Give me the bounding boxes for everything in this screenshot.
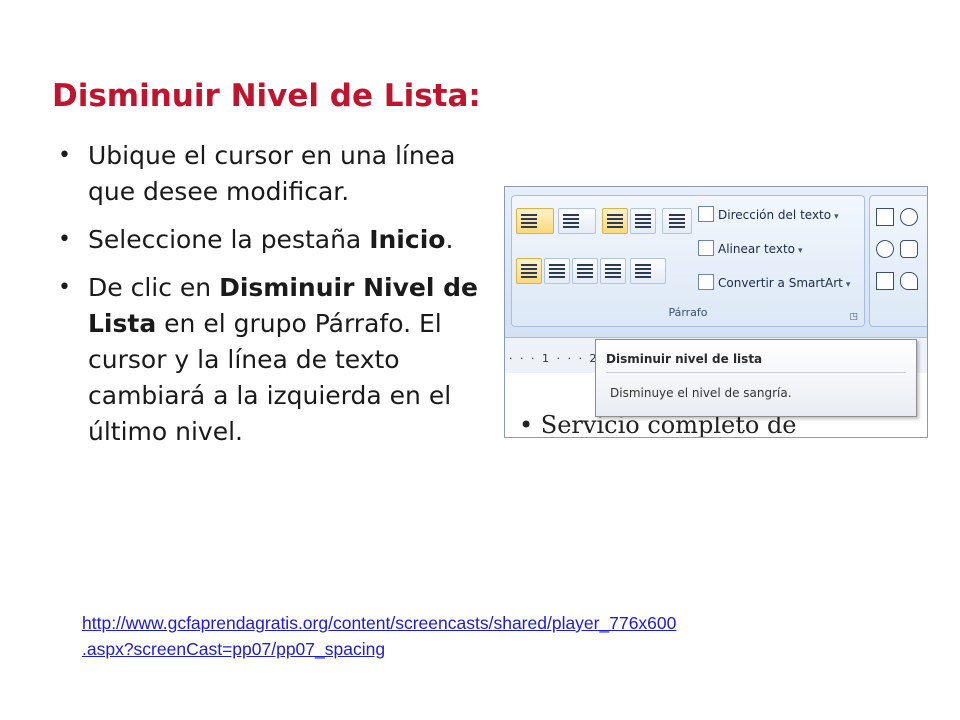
justify-icon	[605, 264, 621, 278]
align-text-command[interactable]: Alinear texto ▾	[698, 240, 803, 256]
arrow-down-shape-icon[interactable]	[876, 272, 894, 290]
align-left-icon	[521, 264, 537, 278]
dialog-launcher-icon[interactable]: ◳	[849, 312, 858, 322]
line-spacing-icon	[669, 214, 685, 228]
ruler-ticks: · · · 1 · · · 2	[509, 352, 599, 365]
decrease-indent-icon	[607, 214, 623, 228]
convert-smartart-command[interactable]: Convertir a SmartArt ▾	[698, 274, 850, 290]
columns-icon	[635, 264, 651, 278]
bullet-bold-text: Inicio	[369, 225, 446, 254]
increase-list-level-button[interactable]	[630, 208, 656, 234]
align-center-icon	[549, 264, 565, 278]
line-spacing-button[interactable]	[662, 208, 692, 234]
align-center-button[interactable]	[544, 258, 570, 284]
bullet-dot-icon: •	[58, 275, 71, 300]
chevron-down-icon: ▾	[845, 280, 851, 290]
numbering-icon	[563, 214, 579, 228]
paragraph-group: Dirección del texto ▾ Alinear texto ▾ Conv…	[511, 195, 865, 327]
rounded-rect-shape-icon[interactable]	[900, 240, 918, 258]
text-direction-command[interactable]: Dirección del texto ▾	[698, 206, 839, 222]
justify-button[interactable]	[600, 258, 626, 284]
bullet-dot-icon: •	[58, 143, 71, 168]
slide-title: Disminuir Nivel de Lista:	[52, 78, 481, 114]
smiley-shape-icon[interactable]	[900, 208, 918, 226]
increase-indent-icon	[635, 214, 651, 228]
text-box-shape-icon[interactable]	[876, 208, 894, 226]
bullet-item: • Seleccione la pestaña Inicio.	[52, 222, 502, 258]
chevron-down-icon: ▾	[798, 246, 803, 256]
chevron-down-icon: ▾	[834, 212, 839, 222]
bullet-item: • De clic en Disminuir Nivel de Lista en …	[52, 270, 502, 450]
tooltip-description: Disminuye el nivel de sangría.	[610, 386, 792, 400]
source-link-line1[interactable]: http://www.gcfaprendagratis.org/content/…	[82, 610, 676, 636]
bullet-text: Ubique el cursor en una línea que desee …	[88, 141, 456, 206]
bullet-item: • Ubique el cursor en una línea que desee…	[52, 138, 502, 210]
source-link[interactable]: http://www.gcfaprendagratis.org/content/…	[82, 610, 676, 662]
oval-shape-icon[interactable]	[876, 240, 894, 258]
group-label: Párrafo	[668, 306, 708, 319]
drawing-group	[869, 195, 927, 327]
align-right-button[interactable]	[572, 258, 598, 284]
convert-smartart-label: Convertir a SmartArt	[718, 276, 843, 290]
tooltip: Disminuir nivel de lista Disminuye el ni…	[595, 339, 917, 417]
tooltip-divider	[606, 372, 906, 373]
ribbon: Dirección del texto ▾ Alinear texto ▾ Conv…	[505, 187, 927, 337]
columns-button[interactable]	[630, 258, 666, 284]
align-left-button[interactable]	[516, 258, 542, 284]
source-link-line2[interactable]: .aspx?screenCast=pp07/pp07_spacing	[82, 636, 676, 662]
align-right-icon	[577, 264, 593, 278]
bullet-dot-icon: •	[58, 227, 71, 252]
smartart-icon	[698, 274, 714, 290]
bullet-text: Seleccione la pestaña	[88, 225, 370, 254]
align-text-icon	[698, 240, 714, 256]
decrease-list-level-button[interactable]	[602, 208, 628, 234]
callout-shape-icon[interactable]	[900, 272, 918, 290]
align-text-label: Alinear texto	[718, 242, 795, 256]
bullet-text-end: .	[445, 225, 454, 254]
text-direction-label: Dirección del texto	[718, 208, 832, 222]
bullet-list: • Ubique el cursor en una línea que desee…	[52, 138, 502, 462]
text-direction-icon	[698, 206, 714, 222]
tooltip-title: Disminuir nivel de lista	[606, 352, 763, 366]
bullets-icon	[521, 214, 537, 228]
bullet-text: De clic en	[88, 273, 220, 302]
ribbon-screenshot: Dirección del texto ▾ Alinear texto ▾ Conv…	[504, 186, 928, 438]
numbering-button[interactable]	[558, 208, 596, 234]
bullets-button[interactable]	[516, 208, 554, 234]
